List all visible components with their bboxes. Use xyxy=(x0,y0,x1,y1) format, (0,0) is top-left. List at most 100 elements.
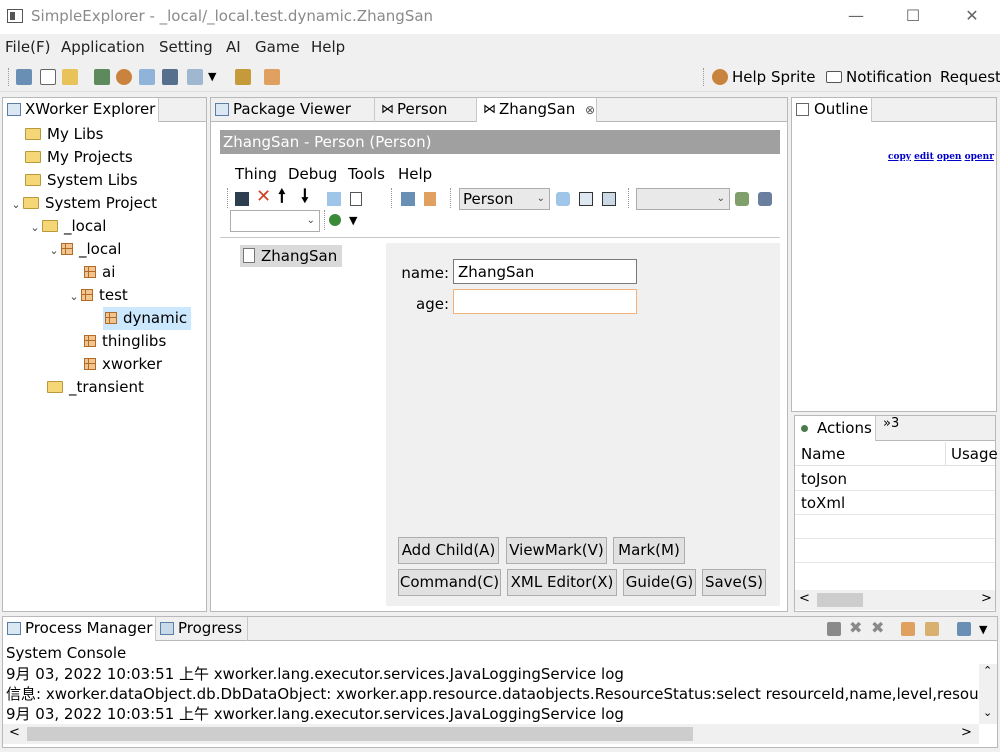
close-tab-icon[interactable]: ⊗ xyxy=(585,103,595,117)
scroll-up-icon[interactable]: ⌃ xyxy=(983,664,992,677)
type-select[interactable]: Person ⌄ xyxy=(459,188,550,210)
tab-actions[interactable]: Actions xyxy=(795,416,876,441)
menu-ai[interactable]: AI xyxy=(226,38,241,56)
tree-item-local-package[interactable]: ⌄ _local xyxy=(7,238,205,261)
notification-button[interactable]: Notification xyxy=(846,68,932,86)
tree-item-test[interactable]: ⌄ test xyxy=(7,284,205,307)
menu-help[interactable]: Help xyxy=(311,38,345,56)
open-folder-icon[interactable] xyxy=(62,69,78,85)
horizontal-scrollbar[interactable]: < > xyxy=(795,590,995,610)
table-row[interactable]: toXml xyxy=(795,491,995,515)
editor-menu-help[interactable]: Help xyxy=(398,165,432,183)
copy-console-icon[interactable] xyxy=(901,622,915,636)
menu-setting[interactable]: Setting xyxy=(159,38,213,56)
tree-item-dynamic[interactable]: dynamic xyxy=(7,307,205,330)
copy-icon[interactable] xyxy=(327,192,341,206)
tree-item-xworker[interactable]: xworker xyxy=(7,353,205,376)
home-icon[interactable] xyxy=(16,69,32,85)
tab-person[interactable]: ⋈ Person xyxy=(375,98,477,122)
tree-item-my-libs[interactable]: My Libs xyxy=(7,123,205,146)
lock-icon[interactable] xyxy=(424,192,436,206)
remove-all-icon[interactable]: ✖ xyxy=(871,618,884,637)
tab-outline[interactable]: Outline xyxy=(792,98,872,122)
view-icon[interactable] xyxy=(401,192,415,206)
tree-item-transient[interactable]: _transient xyxy=(7,376,205,399)
user-icon[interactable] xyxy=(116,69,132,85)
help-sprite-button[interactable]: Help Sprite xyxy=(732,68,815,86)
tree-item-system-libs[interactable]: System Libs xyxy=(7,169,205,192)
lock-console-icon[interactable] xyxy=(925,622,939,636)
scroll-right-icon[interactable]: > xyxy=(981,591,992,606)
edit-icon[interactable] xyxy=(264,69,280,85)
copy-link[interactable]: copy xyxy=(888,152,911,162)
open-console-icon[interactable] xyxy=(957,622,971,636)
viewmark-button[interactable]: ViewMark(V) xyxy=(506,537,607,564)
remove-icon[interactable]: ✖ xyxy=(849,618,862,637)
command-select[interactable]: ⌄ xyxy=(230,210,320,232)
run-icon[interactable] xyxy=(735,192,749,206)
maximize-button[interactable]: ☐ xyxy=(903,6,923,26)
editor-menu-debug[interactable]: Debug xyxy=(288,165,337,183)
minimize-button[interactable]: — xyxy=(846,6,866,26)
vertical-scrollbar[interactable]: ⌃ ⌄ xyxy=(979,664,997,724)
command-button[interactable]: Command(C) xyxy=(398,569,501,596)
play-icon[interactable] xyxy=(329,214,341,226)
editor-menu-thing[interactable]: Thing xyxy=(235,165,277,183)
close-button[interactable]: ✕ xyxy=(962,6,982,26)
mark-button[interactable]: Mark(M) xyxy=(613,537,685,564)
scroll-right-icon[interactable]: > xyxy=(961,725,972,740)
scroll-down-icon[interactable]: ⌄ xyxy=(983,706,992,719)
tab-process-manager[interactable]: Process Manager xyxy=(3,617,156,641)
terminate-icon[interactable] xyxy=(827,622,841,636)
chevron-down-icon[interactable]: ⌄ xyxy=(47,239,61,262)
tree-item-my-projects[interactable]: My Projects xyxy=(7,146,205,169)
column-name[interactable]: Name xyxy=(801,445,845,463)
chevron-down-icon[interactable]: ⌄ xyxy=(67,285,81,308)
chevron-down-icon[interactable]: ▼ xyxy=(349,214,357,227)
scroll-thumb[interactable] xyxy=(27,727,693,741)
console-output[interactable]: 9月 03, 2022 10:03:51 上午 xworker.lang.exe… xyxy=(3,664,979,724)
new-file-icon[interactable] xyxy=(40,69,56,85)
open-link[interactable]: open xyxy=(937,152,962,162)
tab-package-viewer[interactable]: Package Viewer xyxy=(211,98,375,122)
horizontal-scrollbar[interactable]: < > xyxy=(3,724,979,744)
tab-xworker-explorer[interactable]: XWorker Explorer xyxy=(3,98,159,122)
scroll-left-icon[interactable]: < xyxy=(9,725,20,740)
chat-icon[interactable] xyxy=(139,69,155,85)
chevron-down-icon[interactable]: ⌄ xyxy=(9,193,23,216)
guide-button[interactable]: Guide(G) xyxy=(623,569,696,596)
editor-menu-tools[interactable]: Tools xyxy=(348,165,385,183)
xml-icon[interactable] xyxy=(350,192,362,206)
close-all-icon[interactable] xyxy=(602,192,616,206)
column-usage[interactable]: Usage xyxy=(951,445,998,463)
age-field[interactable] xyxy=(453,289,637,314)
tool-icon[interactable] xyxy=(235,69,251,85)
table-row[interactable]: toJson xyxy=(795,467,995,491)
tab-progress[interactable]: Progress xyxy=(156,617,248,641)
window-icon[interactable] xyxy=(187,69,203,85)
chevron-down-icon[interactable]: ▼ xyxy=(979,623,987,636)
save-icon[interactable] xyxy=(235,192,249,206)
name-field[interactable] xyxy=(453,259,637,284)
link-icon[interactable] xyxy=(556,192,570,206)
scroll-left-icon[interactable]: < xyxy=(799,591,810,606)
add-child-button[interactable]: Add Child(A) xyxy=(398,537,499,564)
tree-item-ai[interactable]: ai xyxy=(7,261,205,284)
monitor-icon[interactable] xyxy=(162,69,178,85)
tab-zhangsan[interactable]: ⋈ ZhangSan ⊗ xyxy=(477,98,597,122)
debug-icon[interactable] xyxy=(758,192,772,206)
menu-file[interactable]: File(F) xyxy=(5,38,50,56)
action-select[interactable]: ⌄ xyxy=(636,188,730,210)
chevron-down-icon[interactable]: ▼ xyxy=(208,70,216,83)
scroll-thumb[interactable] xyxy=(817,593,863,607)
edit-link[interactable]: edit xyxy=(914,152,934,162)
tree-item-thinglibs[interactable]: thinglibs xyxy=(7,330,205,353)
save-button[interactable]: Save(S) xyxy=(702,569,766,596)
openr-link[interactable]: openr xyxy=(965,152,994,162)
close-square-icon[interactable] xyxy=(579,192,593,206)
thing-tree-node[interactable]: ZhangSan xyxy=(240,245,343,267)
chevron-down-icon[interactable]: ⌄ xyxy=(28,216,42,239)
request-button[interactable]: Request xyxy=(940,68,1000,86)
delete-icon[interactable]: ✕ xyxy=(256,186,271,207)
tree-item-local-folder[interactable]: ⌄ _local xyxy=(7,215,205,238)
